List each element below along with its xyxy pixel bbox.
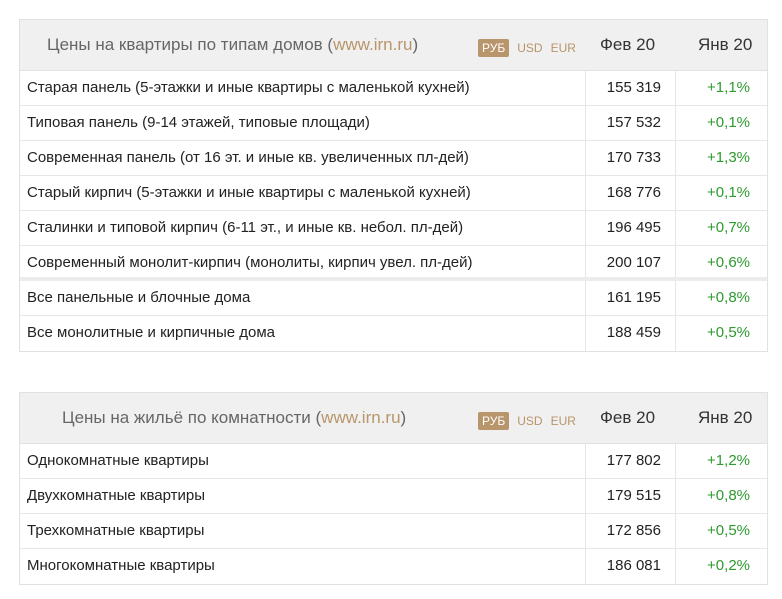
row-change: +0,7% [707,219,750,236]
row-name: Типовая панель (9-14 этажей, типовые пло… [27,114,370,131]
table-title: Цены на жильё по комнатности (www.irn.ru… [62,408,407,427]
row-change: +0,1% [707,184,750,201]
row-change: +1,1% [707,79,750,96]
row-name: Многокомнатные квартиры [27,557,215,574]
table-row: Сталинки и типовой кирпич (6-11 эт., и и… [20,211,767,246]
row-name: Сталинки и типовой кирпич (6-11 эт., и и… [27,219,464,236]
table-row: Трехкомнатные квартиры 172 856 +0,5% [20,514,767,549]
table-row: Все панельные и блочные дома 161 195 +0,8% [20,281,767,316]
table-body: Старая панель (5-этажки и иные квартиры … [20,71,767,351]
row-name: Трехкомнатные квартиры [27,522,205,539]
table-header: Цены на квартиры по типам домов (www.irn… [20,20,767,71]
row-value: 177 802 [606,452,661,469]
row-value: 155 319 [606,79,661,96]
currency-switcher: РУБ USD EUR [478,39,576,57]
table-row: Старая панель (5-этажки и иные квартиры … [20,71,767,106]
table-row: Современная панель (от 16 эт. и иные кв.… [20,141,767,176]
row-change: +0,8% [707,289,750,306]
row-value: 172 856 [606,522,661,539]
column-header-change: Янв 20 [698,35,753,54]
row-value: 186 081 [606,557,661,574]
table-row: Все монолитные и кирпичные дома 188 459 +0… [20,316,767,351]
table-row: Старый кирпич (5-этажки и иные квартиры … [20,176,767,211]
row-value: 179 515 [606,487,661,504]
row-name: Двухкомнатные квартиры [27,487,206,504]
source-link[interactable]: www.irn.ru [321,408,400,427]
row-name: Старая панель (5-этажки и иные квартиры … [27,79,470,96]
table-title: Цены на квартиры по типам домов (www.irn… [47,35,419,54]
table-row: Типовая панель (9-14 этажей, типовые пло… [20,106,767,141]
row-value: 157 532 [606,114,661,131]
prices-by-house-type-table: Цены на квартиры по типам домов (www.irn… [19,19,768,352]
prices-by-room-count-table: Цены на жильё по комнатности (www.irn.ru… [19,392,768,585]
table-row: Двухкомнатные квартиры 179 515 +0,8% [20,479,767,514]
currency-usd-button[interactable]: USD [517,41,542,55]
row-name: Все панельные и блочные дома [27,289,251,306]
row-change: +1,2% [707,452,750,469]
row-change: +1,3% [707,149,750,166]
row-value: 168 776 [606,184,661,201]
table-row: Многокомнатные квартиры 186 081 +0,2% [20,549,767,584]
row-name: Современный монолит-кирпич (монолиты, ки… [27,254,473,271]
row-name: Все монолитные и кирпичные дома [27,324,276,341]
source-link[interactable]: www.irn.ru [333,35,412,54]
row-name: Старый кирпич (5-этажки и иные квартиры … [27,184,471,201]
column-header-change: Янв 20 [698,408,753,427]
row-value: 200 107 [606,254,661,271]
row-value: 188 459 [606,324,661,341]
row-change: +0,5% [707,522,750,539]
table-row: Однокомнатные квартиры 177 802 +1,2% [20,444,767,479]
row-name: Современная панель (от 16 эт. и иные кв.… [27,149,469,166]
row-name: Однокомнатные квартиры [27,452,209,469]
column-header-current: Фев 20 [600,408,656,427]
column-header-current: Фев 20 [600,35,656,54]
currency-eur-button[interactable]: EUR [551,414,576,428]
currency-usd-button[interactable]: USD [517,414,542,428]
currency-switcher: РУБ USD EUR [478,412,576,430]
row-change: +0,1% [707,114,750,131]
currency-rub-button[interactable]: РУБ [478,412,510,430]
currency-eur-button[interactable]: EUR [551,41,576,55]
row-change: +0,5% [707,324,750,341]
row-change: +0,2% [707,557,750,574]
table-header: Цены на жильё по комнатности (www.irn.ru… [20,393,767,444]
row-value: 196 495 [606,219,661,236]
row-value: 161 195 [606,289,661,306]
table-body: Однокомнатные квартиры 177 802 +1,2% Двухк… [20,444,767,584]
row-change: +0,6% [707,254,750,271]
row-change: +0,8% [707,487,750,504]
table-row: Современный монолит-кирпич (монолиты, ки… [20,246,767,281]
row-value: 170 733 [606,149,661,166]
currency-rub-button[interactable]: РУБ [478,39,510,57]
